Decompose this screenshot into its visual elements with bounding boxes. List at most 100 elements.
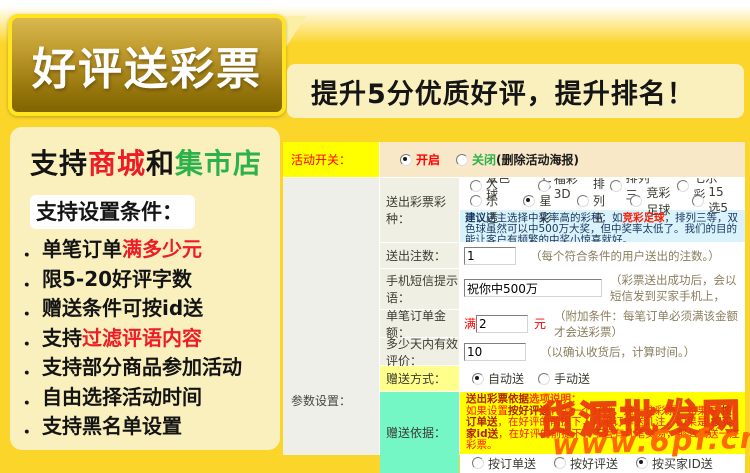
explain-text: 如果设置 (466, 404, 508, 417)
explain-title-bold: 送出彩票依据 (466, 393, 529, 405)
row-stakes: 送出注数： （每个符合条件的用户送出的注数。） (380, 243, 745, 268)
radio-icon (677, 179, 690, 192)
params-column: 参数设置： (283, 178, 379, 455)
sms-content: （彩票送出成功后，会以短信发到买家手机上， 1-50个字内，此短信免费。短信中不… (460, 269, 745, 309)
feature-list: ．单笔订单满多少元 ．限5-20好评字数 ．赠送条件可按id送 ．支持过滤评语内… (22, 235, 280, 442)
days-content: （以确认收货后，计算时间。） (460, 338, 745, 365)
radio-icon (554, 457, 567, 469)
radio-icon (470, 194, 482, 207)
basis-options: 按订单送 按好评送 按买家ID送 (460, 453, 745, 473)
radio-basis-buyer-id[interactable]: 按买家ID送 (636, 455, 713, 472)
radio-icon (537, 179, 550, 192)
option-label: 按订单送 (488, 456, 537, 471)
radio-method-manual[interactable]: 手动送 (538, 370, 590, 387)
amount-label: 单笔订单金额： (380, 309, 459, 340)
radio-activity-on[interactable]: 开启 (400, 151, 440, 168)
feature-panel-title: 支持商城和集市店 (30, 142, 280, 182)
row-order-amount: 单笔订单金额： 满 元 （附加条件：每笔订单必须满该金额才会送彩票） (380, 309, 745, 340)
params-section: 参数设置： 送出彩票彩种： 双色球 福彩3D 排列三 七乐彩 大乐透 七星彩 排 (283, 178, 745, 473)
stakes-label: 送出注数： (380, 243, 459, 268)
stakes-input[interactable] (464, 246, 516, 265)
option-label: 按买家ID送 (652, 456, 713, 471)
sms-note2-text: 1-50个字内，此短信免费。 (464, 308, 605, 309)
row-valid-days: 多少天内有效评价： （以确认收货后，计算时间。） (380, 337, 745, 368)
row-activity-switch: 活动开关： 开启 关闭 (删除活动海报) (283, 142, 745, 177)
headline-text: 提升5分优质好评，提升排名！ (311, 78, 695, 110)
list-item: ．自由选择活动时间 (22, 384, 202, 409)
radio-icon (609, 179, 622, 192)
activity-switch-label: 活动开关： (283, 142, 379, 177)
radio-selected-icon (636, 457, 649, 469)
explain-text: ，那一个好评，送一注彩票，如果是 (550, 404, 722, 417)
days-label: 多少天内有效评价： (380, 337, 459, 368)
item-text-highlight: 过滤评语内容 (82, 325, 202, 350)
radio-selected-icon (472, 372, 484, 385)
explain-title: 选项说明： (529, 393, 582, 405)
option-label: 按好评送 (570, 456, 619, 471)
option-label: 开启 (416, 153, 441, 167)
list-item: ．限5-20好评字数 (22, 266, 193, 291)
promo-banner: 好评送彩票 (8, 14, 286, 116)
list-item: ．支持部分商品参加活动 (22, 355, 242, 379)
basis-explanation: 送出彩票依据选项说明： 如果设置按好评送，那一个好评，送一注彩票，如果是 按订单… (460, 392, 745, 454)
sms-note2: 1-50个字内，此短信免费。短信中不能包含网址。） (460, 304, 745, 309)
params-rows: 送出彩票彩种： 双色球 福彩3D 排列三 七乐彩 大乐透 七星彩 排列五 竞彩足… (380, 178, 745, 473)
title-part: 和 (146, 147, 176, 180)
days-note: （以确认收货后，计算时间。） (540, 344, 696, 359)
list-item: ．支持黑名单设置 (22, 414, 182, 438)
row-give-method: 赠送方式： 自动送 手动送 (380, 366, 745, 391)
amount-input[interactable] (476, 314, 529, 333)
amount-note: （附加条件：每笔订单必须满该金额才会送彩票） (554, 310, 739, 337)
radio-icon (538, 372, 551, 385)
explain-text: ，在好评的前提下，不管有几笔交易，那么只送一注彩票。 (466, 427, 740, 451)
method-label: 赠送方式： (380, 366, 459, 391)
item-text: ．单笔订单 (22, 237, 122, 261)
params-label: 参数设置： (291, 394, 352, 408)
row-sms-message: 手机短信提示语： （彩票送出成功后，会以短信发到买家手机上， 1-50个字内，此… (380, 269, 745, 309)
radio-icon (576, 194, 589, 207)
option-label: 自动送 (488, 372, 525, 386)
stakes-content: （每个符合条件的用户送出的注数。） (460, 243, 745, 268)
species-options-line2: 大乐透 七星彩 排列五 竞彩足球 15选5 (460, 178, 745, 225)
list-item: ．支持过滤评语内容 (22, 324, 280, 354)
headline-box: 提升5分优质好评，提升排名！ (287, 64, 744, 118)
amount-suffix: 元 (534, 317, 547, 331)
conditions-subtitle: 支持设置条件： (30, 195, 195, 229)
radio-selected-icon (400, 153, 412, 166)
title-part-mall: 商城 (88, 147, 147, 180)
lottery-species-content: 双色球 福彩3D 排列三 七乐彩 大乐透 七星彩 排列五 竞彩足球 15选5 建… (460, 178, 745, 242)
sms-note2-warning: 短信中不能包含网址。 (605, 308, 714, 309)
sms-input-line: （彩票送出成功后，会以短信发到买家手机上， (460, 269, 745, 304)
radio-icon (472, 457, 484, 469)
radio-basis-review[interactable]: 按好评送 (554, 455, 618, 472)
radio-activity-off[interactable]: 关闭 (删除活动海报) (456, 151, 579, 168)
item-text-highlight: 满多少元 (122, 237, 202, 261)
sms-note1: （彩票送出成功后，会以短信发到买家手机上， (610, 273, 737, 303)
radio-method-auto[interactable]: 自动送 (472, 370, 524, 387)
radio-basis-order[interactable]: 按订单送 (472, 455, 536, 472)
option-note: (删除活动海报) (496, 153, 580, 167)
method-content: 自动送 手动送 (460, 366, 745, 391)
radio-icon (470, 179, 482, 192)
explain-text: ，在好评的前提下，几笔订单送几注，如果是 (497, 416, 711, 428)
option-label: 关闭 (472, 153, 497, 167)
title-part: 支持 (30, 147, 89, 180)
option-label: 手动送 (554, 372, 591, 386)
list-item: ．赠送条件可按id送 (22, 296, 204, 320)
sms-label: 手机短信提示语： (380, 269, 459, 309)
sms-note2-close: ） (714, 308, 726, 309)
row-give-basis: 赠送依据： 送出彩票依据选项说明： 如果设置按好评送，那一个好评，送一注彩票，如… (380, 392, 745, 473)
stakes-note: （每个符合条件的用户送出的注数。） (530, 248, 720, 263)
banner-title: 好评送彩票 (32, 44, 262, 95)
amount-content: 满 元 （附加条件：每笔订单必须满该金额才会送彩票） (460, 310, 745, 337)
radio-icon (630, 194, 643, 207)
basis-content: 送出彩票依据选项说明： 如果设置按好评送，那一个好评，送一注彩票，如果是 按订单… (460, 392, 745, 473)
amount-prefix: 满 (464, 317, 477, 331)
sms-input[interactable] (464, 279, 602, 297)
days-input[interactable] (464, 342, 526, 361)
explain-highlight: 按好评送 (508, 404, 550, 417)
feature-panel: 支持商城和集市店 支持设置条件： ．单笔订单满多少元 ．限5-20好评字数 ．赠… (10, 127, 280, 450)
lottery-species-label: 送出彩票彩种： (380, 178, 459, 242)
radio-icon (692, 194, 705, 207)
list-item: ．单笔订单满多少元 (22, 235, 280, 265)
